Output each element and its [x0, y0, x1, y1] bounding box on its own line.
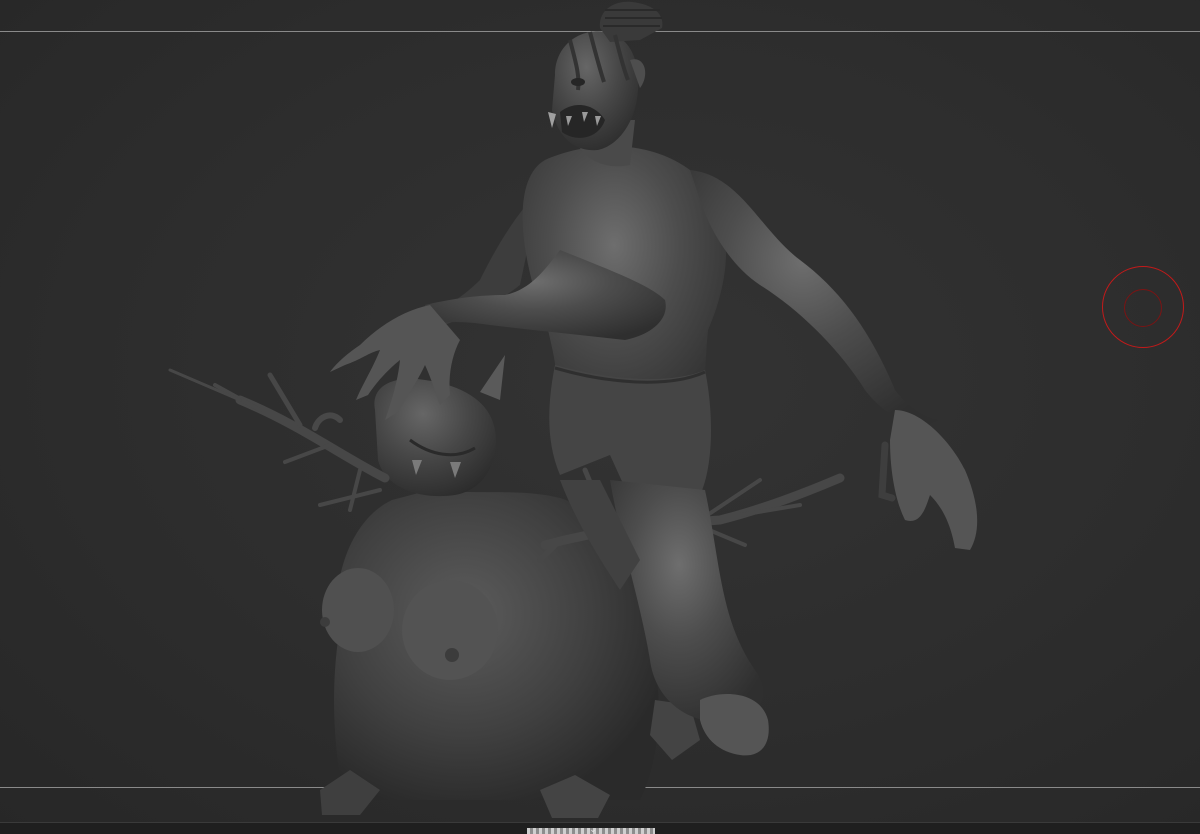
sculpted-model[interactable] [0, 0, 1200, 834]
brush-inner-circle-icon [1124, 289, 1162, 327]
sculpt-viewport[interactable]: ⌄ [0, 0, 1200, 834]
chevron-down-icon[interactable]: ⌄ [586, 826, 600, 834]
